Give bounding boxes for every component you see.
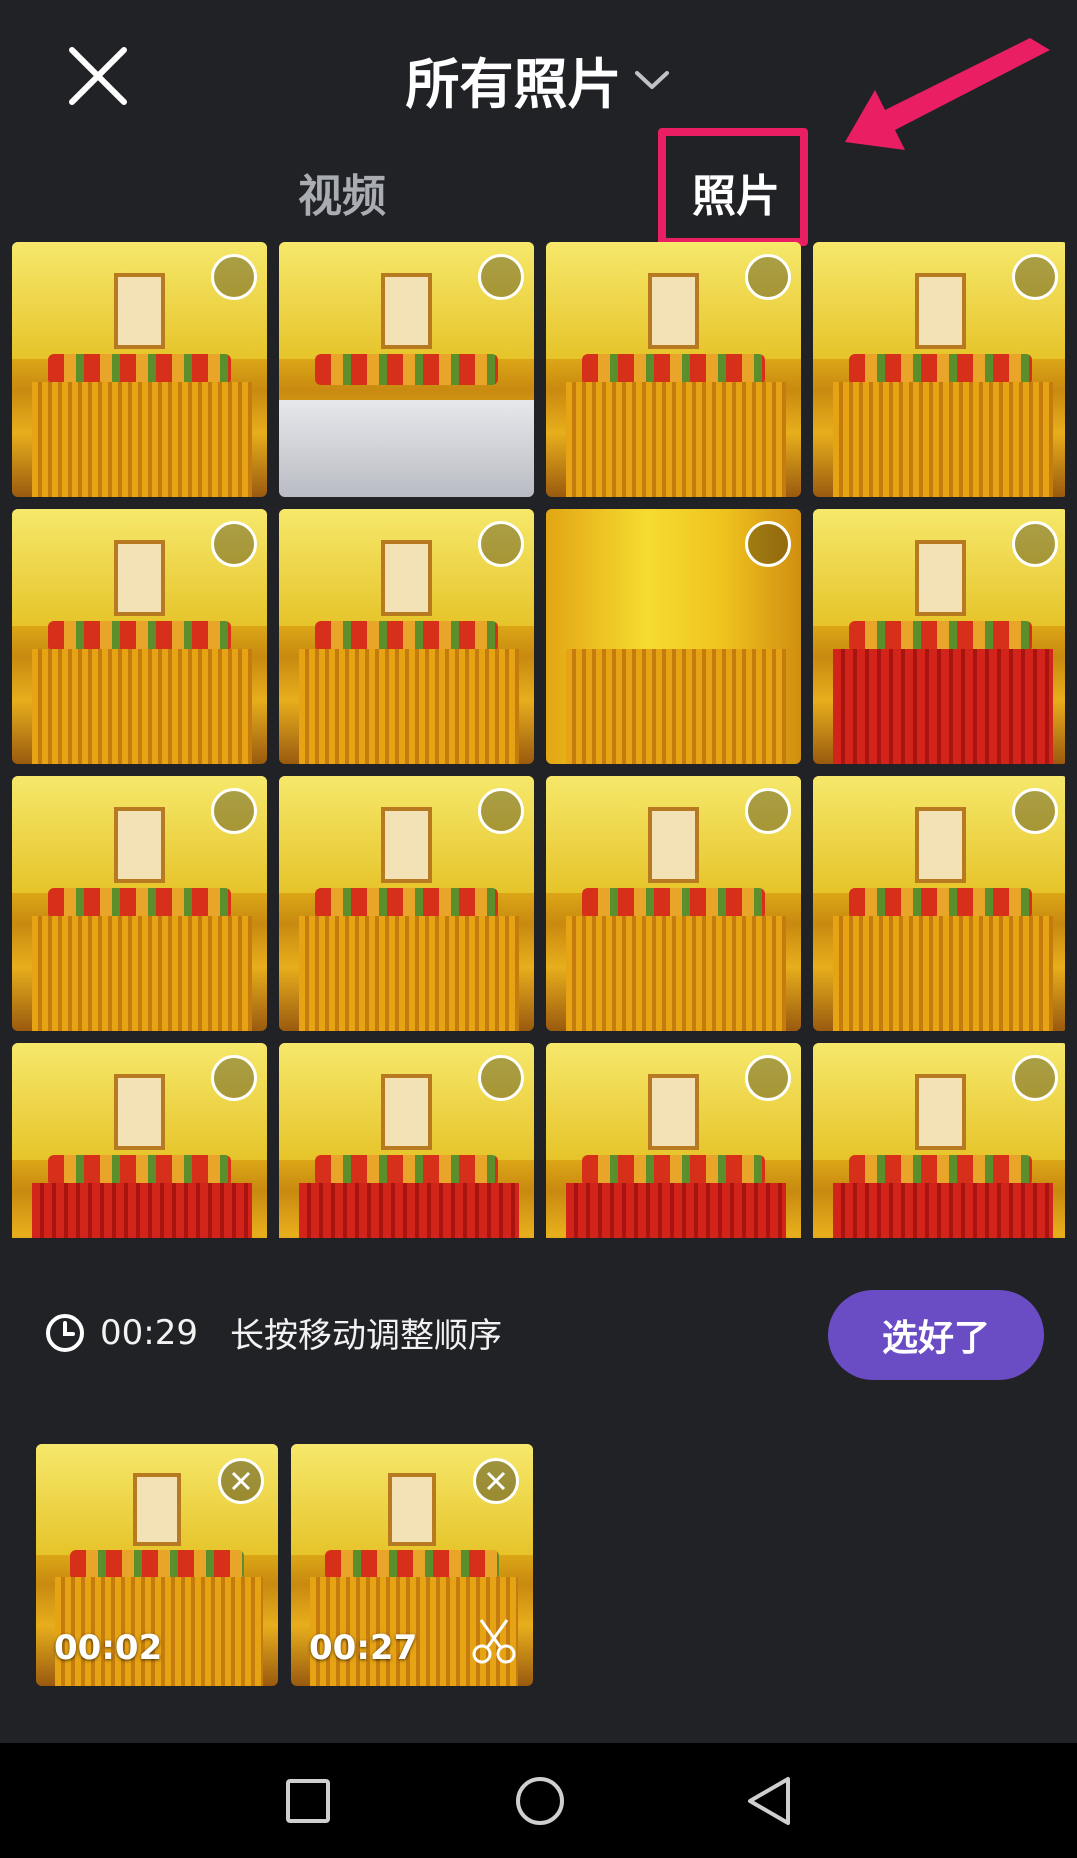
photo-thumbnail[interactable]	[813, 1043, 1065, 1238]
select-checkbox[interactable]	[211, 788, 257, 834]
remove-button[interactable]	[218, 1458, 264, 1504]
reorder-hint: 长按移动调整顺序	[229, 1316, 502, 1356]
photo-thumbnail[interactable]	[279, 242, 534, 497]
chevron-down-icon	[634, 70, 669, 89]
photo-thumbnail[interactable]	[12, 1043, 267, 1238]
select-checkbox[interactable]	[478, 254, 524, 300]
photo-thumbnail[interactable]	[546, 776, 801, 1031]
select-checkbox[interactable]	[211, 254, 257, 300]
select-checkbox[interactable]	[1012, 521, 1058, 567]
photo-thumbnail[interactable]	[546, 1043, 801, 1238]
back-icon[interactable]	[740, 1771, 800, 1831]
total-duration: 00:29	[100, 1312, 198, 1353]
selected-duration: 00:27	[309, 1628, 418, 1668]
photo-grid	[12, 242, 1065, 1238]
remove-button[interactable]	[473, 1458, 519, 1504]
select-checkbox[interactable]	[745, 1055, 791, 1101]
select-checkbox[interactable]	[211, 521, 257, 567]
recents-icon[interactable]	[278, 1771, 338, 1831]
photo-thumbnail[interactable]	[279, 776, 534, 1031]
page-title: 所有照片	[405, 53, 622, 116]
photo-thumbnail[interactable]	[546, 242, 801, 497]
selected-item[interactable]: 00:27	[291, 1444, 533, 1686]
duration-row: 00:29 长按移动调整顺序	[44, 1308, 502, 1357]
media-tabs: 视频 照片	[0, 150, 1077, 240]
photo-thumbnail[interactable]	[12, 509, 267, 764]
tab-video[interactable]: 视频	[298, 160, 386, 224]
close-icon	[486, 1471, 506, 1491]
clock-icon	[46, 1313, 84, 1352]
selected-item[interactable]: 00:02	[36, 1444, 278, 1686]
select-checkbox[interactable]	[745, 254, 791, 300]
photo-thumbnail[interactable]	[12, 776, 267, 1031]
annotation-arrow-top	[845, 38, 1050, 150]
select-checkbox[interactable]	[478, 788, 524, 834]
done-button[interactable]: 选好了	[828, 1290, 1044, 1380]
close-icon	[231, 1471, 251, 1491]
photo-thumbnail[interactable]	[12, 242, 267, 497]
select-checkbox[interactable]	[1012, 788, 1058, 834]
select-checkbox[interactable]	[1012, 254, 1058, 300]
select-checkbox[interactable]	[211, 1055, 257, 1101]
system-nav-bar	[0, 1743, 1077, 1858]
home-icon[interactable]	[510, 1771, 570, 1831]
tab-highlight-box	[658, 128, 808, 246]
select-checkbox[interactable]	[1012, 1055, 1058, 1101]
photo-thumbnail[interactable]	[813, 776, 1065, 1031]
photo-thumbnail[interactable]	[546, 509, 801, 764]
select-checkbox[interactable]	[478, 521, 524, 567]
selection-panel: 00:29 长按移动调整顺序 选好了 00:02 00:27	[0, 1238, 1077, 1743]
scissors-icon[interactable]	[469, 1616, 519, 1666]
photo-thumbnail[interactable]	[279, 1043, 534, 1238]
photo-thumbnail[interactable]	[813, 242, 1065, 497]
photo-thumbnail[interactable]	[813, 509, 1065, 764]
selected-duration: 00:02	[54, 1628, 163, 1668]
photo-thumbnail[interactable]	[279, 509, 534, 764]
select-checkbox[interactable]	[478, 1055, 524, 1101]
select-checkbox[interactable]	[745, 521, 791, 567]
select-checkbox[interactable]	[745, 788, 791, 834]
